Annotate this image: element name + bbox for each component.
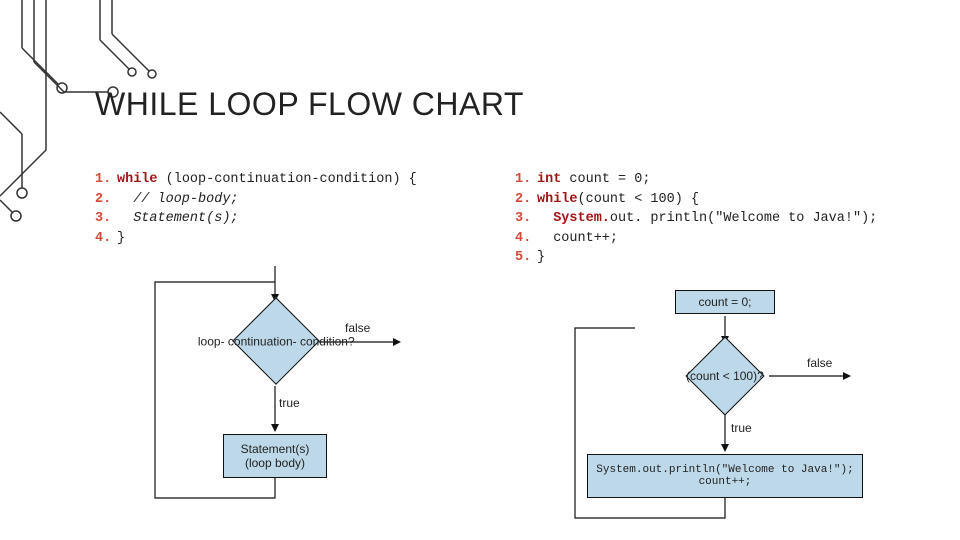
init-box: count = 0; xyxy=(675,290,775,314)
slide-title: WHILE LOOP FLOW CHART xyxy=(95,86,524,123)
loop-body-box: Statement(s) (loop body) xyxy=(223,434,327,478)
left-column: 1.while (loop-continuation-condition) { … xyxy=(95,170,515,540)
diamond-label: loop- continuation- condition? xyxy=(198,334,355,348)
right-column: 1.int count = 0; 2.while(count < 100) { … xyxy=(515,170,935,540)
generic-while-code: 1.while (loop-continuation-condition) { … xyxy=(95,170,515,248)
example-flowchart: count = 0; (count < 100)? System.out.pri… xyxy=(515,286,875,540)
generic-flowchart: loop- continuation- condition? Statement… xyxy=(95,266,455,526)
loop-body-box: System.out.println("Welcome to Java!"); … xyxy=(587,454,863,498)
diamond-label: (count < 100)? xyxy=(686,369,764,383)
example-while-code: 1.int count = 0; 2.while(count < 100) { … xyxy=(515,170,935,268)
